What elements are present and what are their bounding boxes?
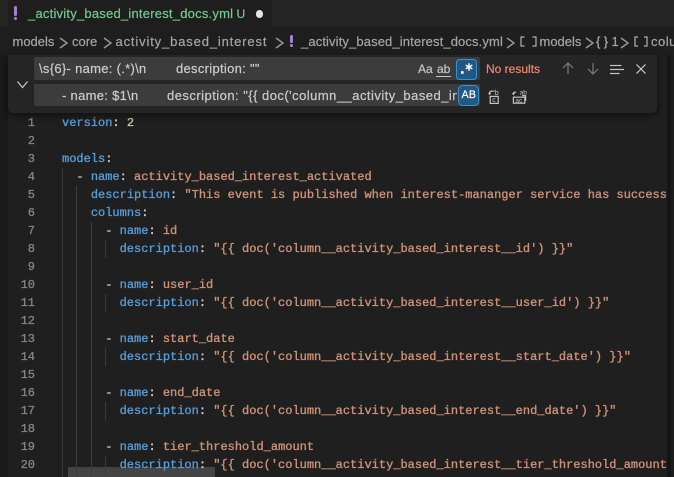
svg-text:ac: ac	[515, 97, 523, 104]
svg-text:c: c	[492, 97, 496, 104]
svg-text:b: b	[495, 90, 499, 97]
